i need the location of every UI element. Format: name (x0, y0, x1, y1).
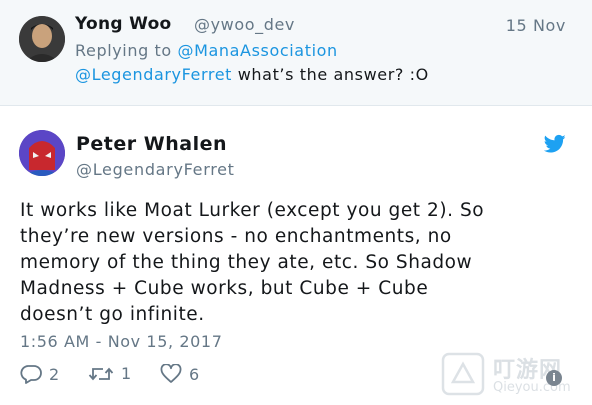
replying-to-link[interactable]: @ManaAssociation (178, 41, 338, 60)
tweet-line: It works like Moat Lurker (except you ge… (20, 200, 485, 221)
reply-text: @LegendaryFerret what’s the answer? :O (75, 65, 429, 84)
info-icon[interactable]: i (546, 370, 562, 386)
retweet-count: 1 (121, 364, 132, 383)
like-count: 6 (189, 364, 200, 384)
tweet-line: doesn’t go infinite. (20, 304, 205, 325)
reply-author-handle[interactable]: @ywoo_dev (194, 15, 295, 34)
reply-date[interactable]: 15 Nov (506, 16, 566, 35)
reply-body: what’s the answer? :O (232, 65, 429, 84)
reply-button[interactable]: 2 (20, 364, 59, 384)
tweet-line: they’re new versions - no enchantments, … (20, 226, 452, 247)
watermark-logo-icon (441, 352, 485, 396)
parent-tweet[interactable]: Yong Woo @ywoo_dev 15 Nov Replying to @M… (0, 0, 592, 106)
mention-link[interactable]: @LegendaryFerret (75, 65, 232, 84)
reply-icon (20, 365, 42, 384)
twitter-bird-icon[interactable] (544, 134, 566, 154)
heart-icon (160, 364, 182, 383)
peter-whalen-avatar[interactable] (19, 130, 65, 176)
tweet-author-name[interactable]: Peter Whalen (76, 133, 227, 155)
tweet-body: It works like Moat Lurker (except you ge… (20, 198, 580, 328)
retweet-button[interactable]: 1 (88, 364, 131, 383)
reply-author-name[interactable]: Yong Woo (75, 14, 172, 34)
tweet-line: Madness + Cube works, but Cube + Cube (20, 278, 429, 299)
like-button[interactable]: 6 (160, 364, 199, 384)
replying-to-line: Replying to @ManaAssociation (75, 41, 338, 60)
retweet-icon (88, 367, 114, 380)
replying-prefix: Replying to (75, 41, 178, 60)
reply-count: 2 (49, 364, 60, 384)
tweet-timestamp[interactable]: 1:56 AM - Nov 15, 2017 (20, 332, 222, 351)
site-watermark: 叮游网 Qieyou.com (441, 350, 591, 402)
yong-woo-avatar[interactable] (19, 16, 65, 62)
tweet-line: memory of the thing they ate, etc. So Sh… (20, 252, 473, 273)
tweet-author-handle[interactable]: @LegendaryFerret (76, 160, 235, 179)
